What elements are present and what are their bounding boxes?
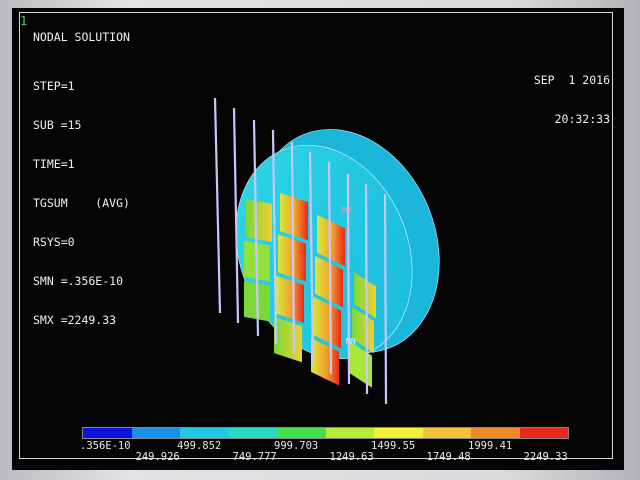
mn-marker: MN — [346, 337, 356, 346]
legend-swatch — [471, 428, 520, 438]
ansys-graphics-window: 1 NODAL SOLUTION STEP=1 SUB =15 TIME=1 T… — [12, 8, 624, 470]
legend-swatch — [277, 428, 326, 438]
legend-swatch — [519, 428, 568, 438]
legend-label-top: 499.852 — [177, 440, 222, 452]
legend-label-bottom: 749.777 — [232, 451, 277, 463]
legend-label-top: 1999.41 — [468, 440, 513, 452]
legend-swatch — [228, 428, 277, 438]
legend-label-bottom: 249.926 — [135, 451, 180, 463]
legend-label-top: .356E-10 — [80, 440, 131, 452]
legend-swatch — [83, 428, 132, 438]
legend-label-bottom: 2249.33 — [523, 451, 568, 463]
legend-swatch — [180, 428, 229, 438]
legend-label-top: 1499.55 — [371, 440, 416, 452]
mx-marker: MX — [342, 206, 352, 215]
legend-swatch — [374, 428, 423, 438]
legend-swatch — [131, 428, 180, 438]
legend-label-top: 999.703 — [274, 440, 319, 452]
contour-legend-bar — [82, 427, 569, 439]
legend-swatch — [422, 428, 471, 438]
legend-label-bottom: 1749.48 — [426, 451, 471, 463]
contour-plot[interactable]: MX MN — [12, 8, 624, 470]
legend-label-bottom: 1249.63 — [329, 451, 374, 463]
legend-swatch — [325, 428, 374, 438]
